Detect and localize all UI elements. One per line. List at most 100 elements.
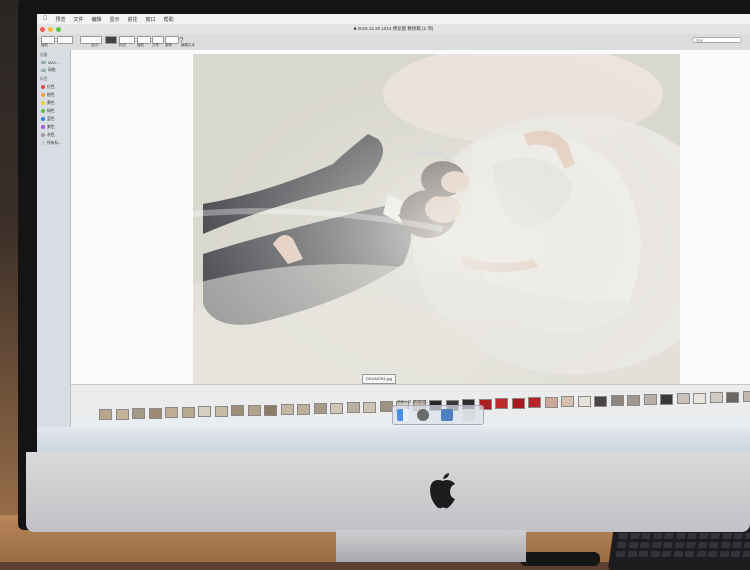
sidebar-item-label: 蓝色 bbox=[47, 117, 55, 122]
tag-color-icon bbox=[41, 125, 45, 129]
thumbnail[interactable] bbox=[578, 396, 591, 407]
thumbnail[interactable] bbox=[726, 392, 739, 403]
thumbnail[interactable] bbox=[149, 408, 162, 419]
trash-icon[interactable] bbox=[463, 409, 475, 421]
minimize-button[interactable] bbox=[48, 27, 53, 32]
keyboard-key bbox=[664, 533, 674, 539]
thumbnail[interactable] bbox=[594, 396, 607, 407]
disk-icon bbox=[41, 61, 46, 64]
keyboard-key bbox=[653, 533, 663, 539]
sidebar-item-label: MAC… bbox=[48, 61, 60, 65]
sidebar-item-label: 所有标… bbox=[47, 141, 62, 146]
keyboard-key bbox=[674, 542, 684, 548]
thumbnail[interactable] bbox=[512, 398, 525, 409]
sidebar-item-tag[interactable]: 紫色 bbox=[37, 123, 70, 131]
thumbnail[interactable] bbox=[545, 397, 558, 408]
sidebar-item-tag[interactable]: 灰色 bbox=[37, 131, 70, 139]
view-mode-button[interactable] bbox=[105, 36, 117, 44]
preview-icon[interactable] bbox=[441, 409, 453, 421]
thumbnail[interactable] bbox=[743, 391, 750, 402]
keyboard-key bbox=[640, 542, 650, 548]
keyboard-key bbox=[687, 533, 697, 539]
thumbnail[interactable] bbox=[314, 403, 327, 414]
thumbnail[interactable] bbox=[347, 402, 360, 413]
keyboard-key bbox=[628, 542, 638, 548]
keyboard-key bbox=[697, 542, 707, 548]
thumbnail[interactable] bbox=[165, 407, 178, 418]
close-button[interactable] bbox=[40, 27, 45, 32]
thumbnail[interactable] bbox=[116, 409, 129, 420]
thumbnail[interactable] bbox=[693, 393, 706, 404]
keyboard-key bbox=[709, 542, 719, 548]
thumbnail[interactable] bbox=[611, 395, 624, 406]
thumbnail[interactable] bbox=[99, 409, 112, 420]
thumbnail[interactable] bbox=[380, 401, 393, 412]
thumbnail[interactable] bbox=[248, 405, 261, 416]
thumbnail[interactable] bbox=[215, 406, 228, 417]
thumbnail[interactable] bbox=[264, 405, 277, 416]
thumbnail[interactable] bbox=[495, 398, 508, 409]
mouse bbox=[520, 552, 600, 566]
thumbnail[interactable] bbox=[528, 397, 541, 408]
thumbnail[interactable] bbox=[363, 402, 376, 413]
menu-file[interactable]: 文件 bbox=[74, 16, 84, 23]
sidebar-item-network[interactable]: 网络 bbox=[37, 66, 70, 74]
monitor-chin bbox=[26, 452, 750, 532]
keyboard-key bbox=[710, 533, 720, 539]
thumbnail[interactable] bbox=[132, 408, 145, 419]
sidebar-item-label: 橙色 bbox=[47, 93, 55, 98]
thumbnail[interactable] bbox=[710, 392, 723, 403]
thumbnail[interactable] bbox=[231, 405, 244, 416]
sidebar-item-tag[interactable]: 黄色 bbox=[37, 99, 70, 107]
thumbnail[interactable] bbox=[660, 394, 673, 405]
thumbnail[interactable] bbox=[182, 407, 195, 418]
dock bbox=[392, 405, 484, 425]
zoom-button[interactable] bbox=[56, 27, 61, 32]
keyboard-key bbox=[686, 542, 696, 548]
thumbnail[interactable] bbox=[281, 404, 294, 415]
keyboard-key bbox=[731, 551, 741, 557]
sidebar-item-tag[interactable]: 绿色 bbox=[37, 107, 70, 115]
menu-app[interactable]: 预览 bbox=[56, 16, 66, 23]
tag-color-icon bbox=[41, 117, 45, 121]
desktop-bottom bbox=[37, 427, 750, 452]
keyboard-key bbox=[745, 533, 750, 539]
nav-button[interactable] bbox=[57, 36, 73, 44]
sidebar-item-mac[interactable]: MAC… bbox=[37, 59, 70, 66]
finder-icon[interactable] bbox=[397, 409, 409, 421]
sidebar-item-tag[interactable]: 所有标… bbox=[37, 139, 70, 147]
sidebar-item-tag[interactable]: 蓝色 bbox=[37, 115, 70, 123]
sidebar-item-tag[interactable]: 红色 bbox=[37, 83, 70, 91]
thumbnail[interactable] bbox=[677, 393, 690, 404]
thumbnail[interactable] bbox=[561, 396, 574, 407]
keyboard-key bbox=[673, 551, 683, 557]
apple-menu-icon[interactable]:  bbox=[43, 16, 48, 22]
search-input[interactable]: 搜索 bbox=[692, 37, 742, 43]
wedding-photo[interactable] bbox=[193, 54, 680, 390]
menu-view[interactable]: 显示 bbox=[110, 16, 120, 23]
keyboard-key bbox=[732, 542, 742, 548]
sidebar-section-devices: 设备 bbox=[37, 50, 70, 59]
system-preferences-icon[interactable] bbox=[417, 409, 429, 421]
keyboard-key bbox=[630, 533, 640, 539]
apple-logo-icon bbox=[426, 472, 460, 510]
thumbnail[interactable] bbox=[297, 404, 310, 415]
keyboard-key bbox=[651, 542, 661, 548]
menu-go[interactable]: 前往 bbox=[128, 16, 138, 23]
thumbnail[interactable] bbox=[330, 403, 343, 414]
keyboard-key bbox=[720, 542, 730, 548]
network-icon bbox=[41, 69, 46, 72]
menu-edit[interactable]: 编辑 bbox=[92, 16, 102, 23]
sidebar-item-tag[interactable]: 橙色 bbox=[37, 91, 70, 99]
keyboard-key bbox=[685, 551, 695, 557]
thumbnail[interactable] bbox=[198, 406, 211, 417]
keyboard-key bbox=[627, 551, 637, 557]
menu-window[interactable]: 窗口 bbox=[146, 16, 156, 23]
thumbnail[interactable] bbox=[627, 395, 640, 406]
menu-help[interactable]: 帮助 bbox=[164, 16, 174, 23]
monitor-stand bbox=[336, 530, 526, 562]
keyboard-key bbox=[618, 533, 628, 539]
menu-bar:  预览 文件 编辑 显示 前往 窗口 帮助 bbox=[37, 14, 750, 24]
sidebar-item-label: 灰色 bbox=[47, 133, 55, 138]
thumbnail[interactable] bbox=[644, 394, 657, 405]
